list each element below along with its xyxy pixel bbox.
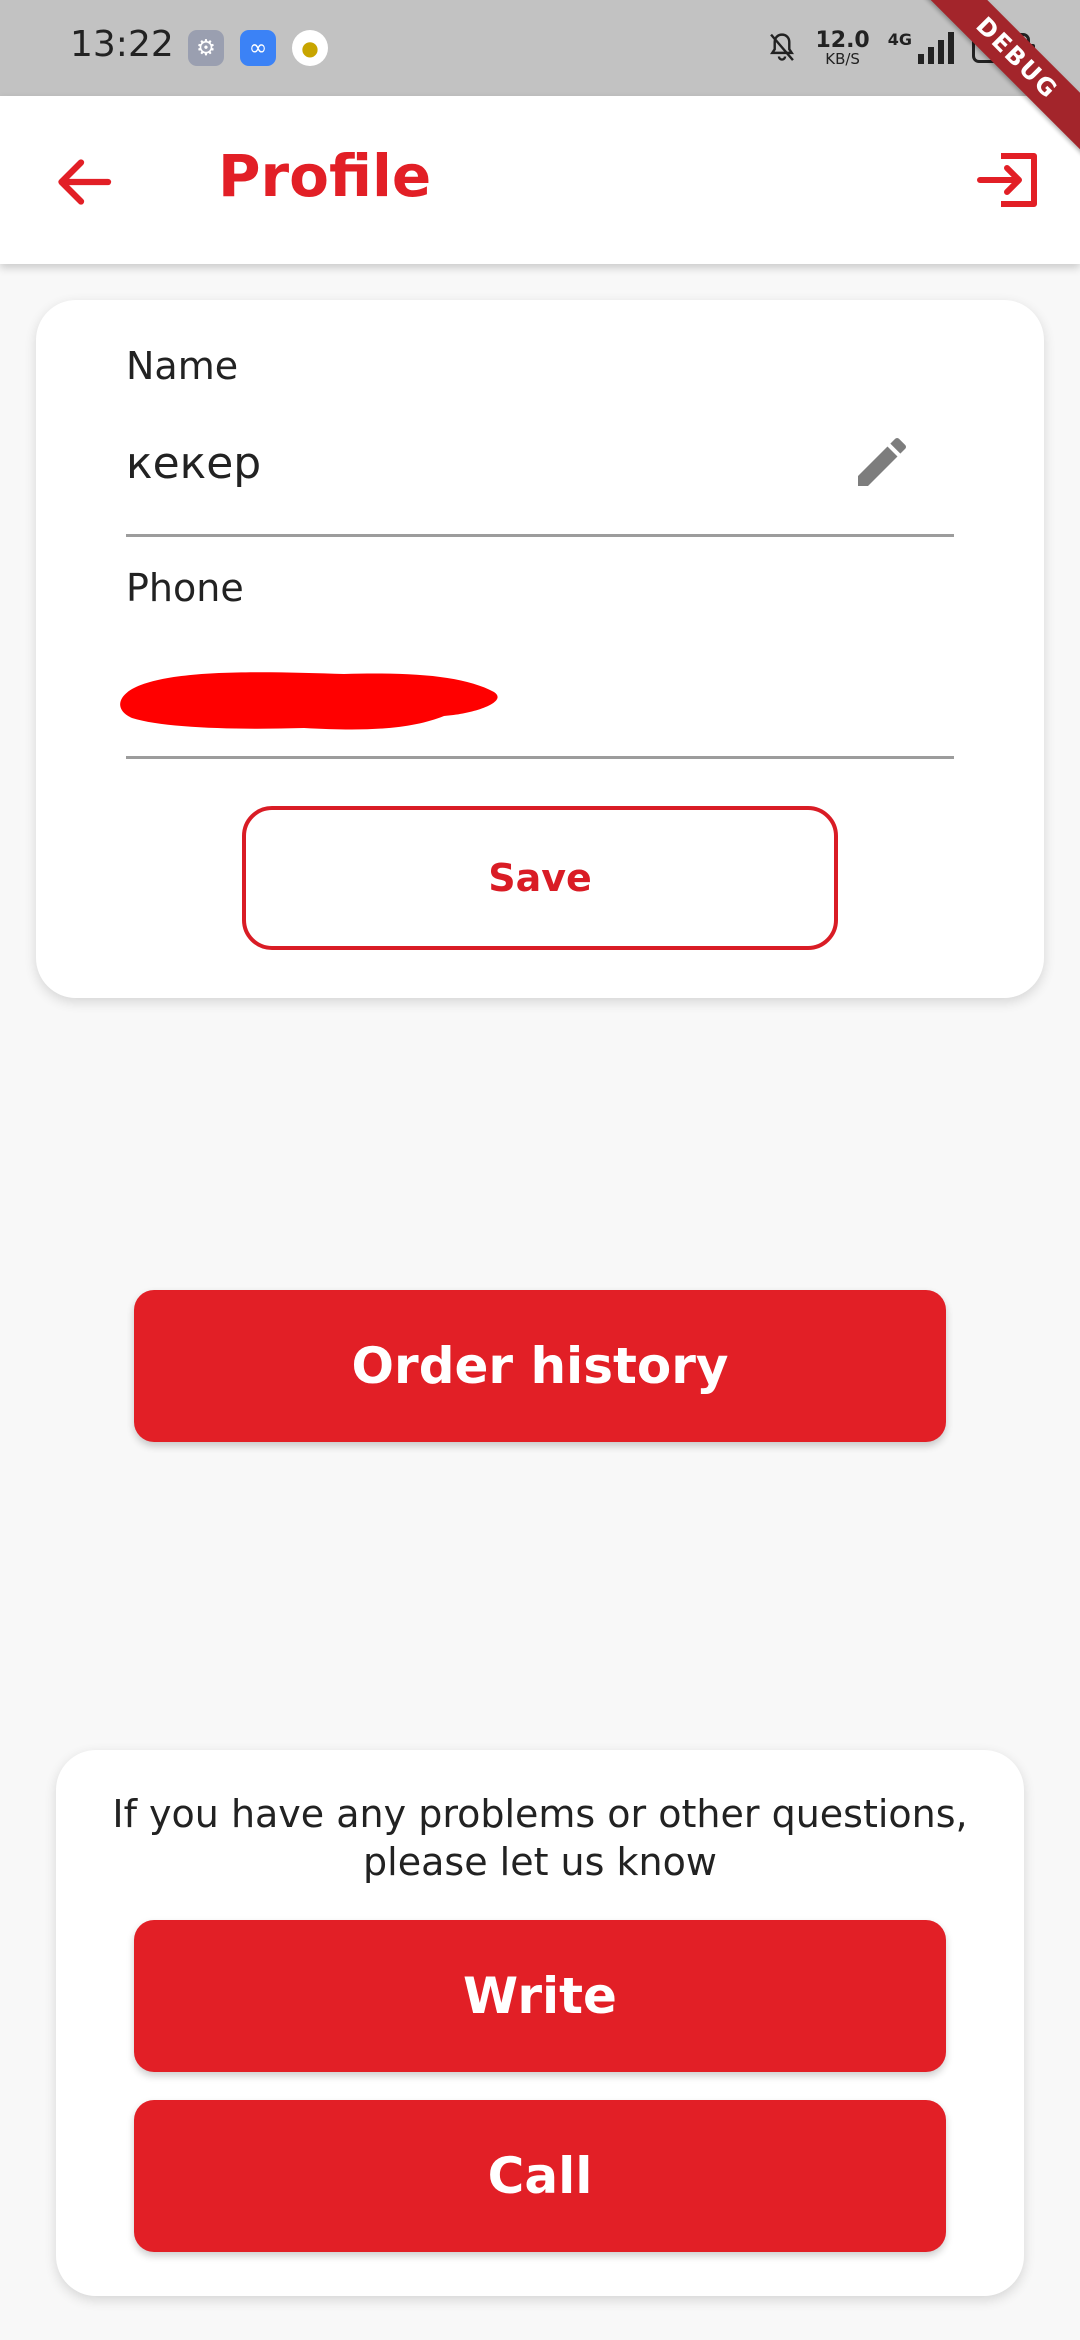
page-title: Profile (218, 142, 432, 210)
name-field-underline (126, 534, 954, 537)
support-message-line-2: please let us know (363, 1840, 717, 1884)
support-message: If you have any problems or other questi… (56, 1790, 1024, 1886)
profile-card: Name кекер Phone Save (36, 300, 1044, 998)
signal-strength-icon (918, 32, 954, 64)
app-mascot-icon: ● (292, 30, 328, 66)
network-speed-value: 12.0 (815, 27, 870, 53)
name-field[interactable]: кекер (126, 438, 261, 489)
profile-screen: 13:22 ⚙ ∞ ● 12.0 KB/S 4G 100 DEBUG (0, 0, 1080, 2340)
save-button[interactable]: Save (242, 806, 838, 950)
network-type: 4G (887, 29, 912, 49)
bell-off-icon (770, 33, 795, 61)
phone-label: Phone (126, 566, 244, 610)
call-button[interactable]: Call (134, 2100, 946, 2252)
write-button[interactable]: Write (134, 1920, 946, 2072)
support-message-line-1: If you have any problems or other questi… (112, 1792, 968, 1836)
arrow-left-icon[interactable] (48, 146, 120, 218)
name-label: Name (126, 344, 239, 388)
phone-field[interactable] (114, 658, 514, 738)
network-speed: 12.0 KB/S (815, 27, 870, 68)
phone-field-underline (126, 756, 954, 759)
logout-icon[interactable] (974, 144, 1046, 216)
order-history-button[interactable]: Order history (134, 1290, 946, 1442)
infinity-app-icon: ∞ (240, 30, 276, 66)
settings-notification-icon: ⚙ (188, 30, 224, 66)
status-time: 13:22 (70, 24, 174, 65)
app-bar: Profile (0, 96, 1080, 264)
network-speed-unit: KB/S (825, 49, 860, 68)
pencil-icon[interactable] (850, 430, 914, 494)
status-bar: 13:22 ⚙ ∞ ● 12.0 KB/S 4G 100 (0, 0, 1080, 96)
